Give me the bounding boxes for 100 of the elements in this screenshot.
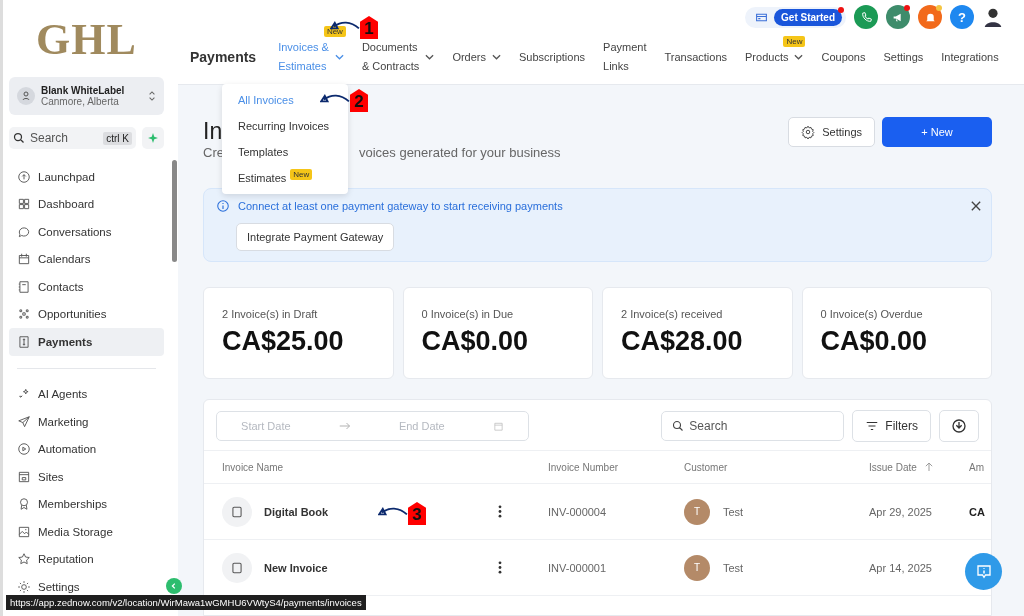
sidebar-item[interactable]: Dashboard [9,190,164,218]
nav-tab[interactable]: New Products [745,35,804,67]
search-field[interactable]: Search [661,411,845,441]
nav-tab[interactable]: Coupons [821,47,866,67]
menu-item[interactable]: Recurring Invoices [222,113,348,139]
sidebar-item[interactable]: Memberships [9,490,164,518]
chevron-down-icon[interactable] [794,54,804,60]
account-name: Blank WhiteLabel [41,85,126,96]
sidebar-item[interactable]: Media Storage [9,518,164,546]
get-started-button[interactable]: Get Started [774,8,842,26]
sidebar-item[interactable]: Marketing [9,408,164,436]
phone-icon [859,10,873,24]
help-button[interactable]: ? [950,5,974,29]
avatar-silhouette[interactable] [982,6,1004,28]
customer-avatar: T [684,554,710,581]
chevron-down-icon[interactable] [425,54,435,60]
nav-tab[interactable]: Settings [883,47,924,67]
sidebar-item[interactable]: Contacts [9,273,164,301]
start-date-placeholder: Start Date [241,420,291,432]
invoice-name[interactable]: Digital Book [264,505,329,518]
sort-arrow-icon[interactable] [924,462,933,472]
notifications-button[interactable] [918,5,942,29]
stat-label: 2 Invoice(s) received [621,308,723,320]
sidebar-item[interactable]: Payments [9,328,164,356]
sidebar-item[interactable]: Reputation [9,545,164,573]
sidebar-item[interactable]: Launchpad [9,163,164,191]
nav-tab[interactable]: Subscriptions [519,47,586,67]
notification-dot [904,5,910,11]
new-badge: New [783,35,806,47]
column-header[interactable]: Invoice Name [222,461,498,473]
search-icon [672,420,685,432]
megaphone-button[interactable] [886,5,910,29]
menu-item-icon [17,414,31,429]
chevron-down-icon[interactable] [334,54,344,60]
nav-tab[interactable]: Orders [452,47,501,67]
section-title: Payments [190,49,257,65]
download-icon [951,418,967,434]
menu-item-icon [17,197,31,212]
search-icon [13,132,25,144]
collapse-sidebar-button[interactable] [166,578,182,594]
settings-button[interactable]: Settings [788,117,875,147]
sidebar-item[interactable]: Conversations [9,218,164,246]
column-header[interactable]: Invoice Number [548,461,684,473]
page-subtitle: voices generated for your business [358,145,561,160]
invoice-name[interactable]: New Invoice [264,561,328,574]
phone-button[interactable] [854,5,878,29]
stat-value: CA$0.00 [421,326,529,357]
table-cell-text: Apr 14, 2025 [869,561,933,574]
menu-item-icon [17,552,31,567]
nav-tab[interactable]: Documents & Contracts [361,38,435,76]
nav-tab[interactable]: Integrations [941,47,999,67]
sidebar-item[interactable]: Calendars [9,245,164,273]
filter-icon [865,419,880,433]
account-switcher[interactable]: Blank WhiteLabel Canmore, Alberta [9,77,164,115]
search-placeholder: Search [689,419,728,433]
table-cell-text: Apr 29, 2025 [869,505,933,518]
shortcut-key: ctrl K [103,131,132,145]
sidebar-item[interactable]: Automation [9,435,164,463]
more-options-icon[interactable] [498,505,502,518]
chevron-updown-icon [148,90,156,102]
nav-tab[interactable]: New Invoices & Estimates [278,26,344,76]
search-field[interactable]: Search ctrl K [9,127,136,149]
close-icon[interactable] [971,201,981,211]
sidebar-item[interactable]: Opportunities [9,300,164,328]
download-button[interactable] [939,410,979,442]
sidebar-item[interactable]: AI Agents [9,380,164,408]
table-cell-text: INV-000004 [548,505,608,518]
status-url-tooltip: https://app.zednow.com/v2/location/WirMawa1wGMHU6VWtyS4/payments/invoices [6,595,366,610]
menu-item[interactable]: Estimates New [222,165,348,191]
end-date-placeholder: End Date [398,420,445,432]
logo: GHL [35,14,138,66]
sidebar-item[interactable]: Sites [9,463,164,491]
column-header[interactable]: Customer [684,461,869,473]
new-button[interactable]: + New [882,117,992,147]
column-header[interactable]: Am [969,461,991,473]
menu-item[interactable]: Templates [222,139,348,165]
menu-item-icon [17,579,31,594]
chevron-down-icon[interactable] [492,54,501,60]
table-cell-text: INV-000001 [548,561,608,574]
table-cell-text: CA [969,505,986,518]
arrow-right-icon [338,422,351,430]
menu-item-icon [17,334,31,349]
more-options-icon[interactable] [498,561,502,574]
stat-value: CA$28.00 [621,326,743,357]
column-header[interactable]: Issue Date [869,461,969,473]
banner-message: Connect at least one payment gateway to start receiving payments [238,200,564,212]
menu-item-icon [17,279,31,294]
square-icon [230,560,244,575]
nav-tab[interactable]: Transactions [664,47,728,67]
nav-tab[interactable]: Payment Links [603,38,647,76]
menu-item-icon [17,224,31,239]
stat-value: CA$0.00 [820,326,928,357]
account-location: Canmore, Alberta [41,96,120,107]
ai-sparkle-button[interactable] [142,127,164,149]
menu-item-icon [17,307,31,322]
filters-button[interactable]: Filters [852,410,931,442]
stat-label: 2 Invoice(s) in Draft [222,308,318,320]
chevron-left-icon [170,582,178,590]
integrate-gateway-button[interactable]: Integrate Payment Gateway [236,223,395,251]
scrollbar-thumb[interactable] [172,160,177,262]
